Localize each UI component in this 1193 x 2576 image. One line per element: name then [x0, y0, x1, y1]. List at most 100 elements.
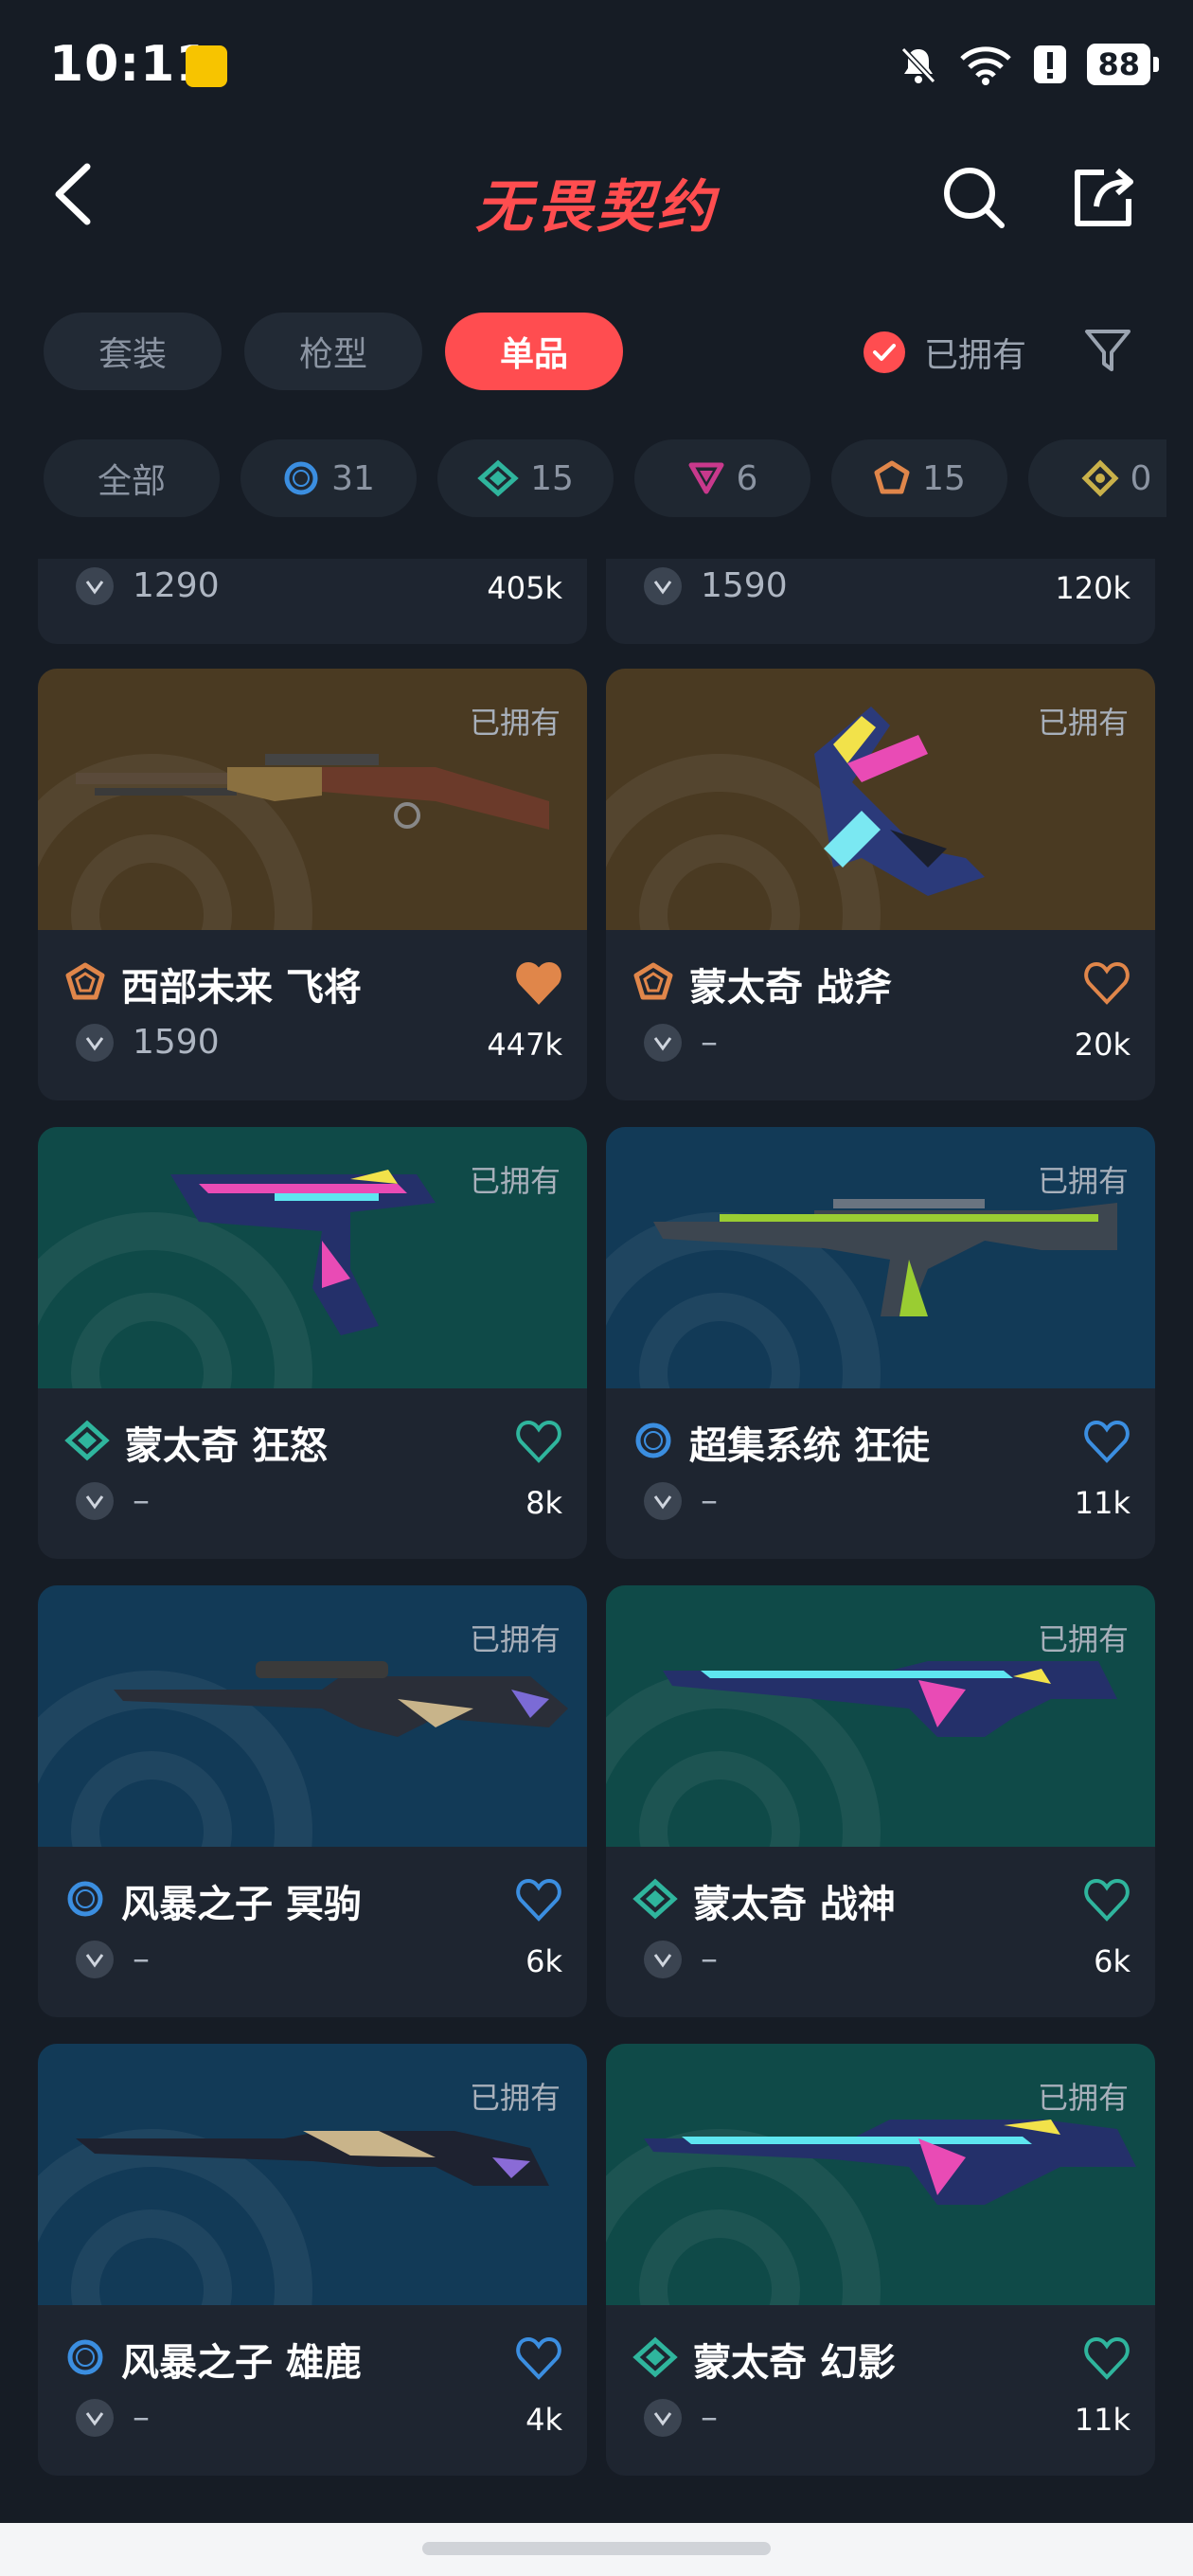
mute-icon: [901, 46, 936, 84]
skin-card[interactable]: 已拥有 蒙太奇 战神 – 6k: [606, 1585, 1155, 2017]
select-edition-icon: [284, 461, 318, 495]
favorite-heart-icon[interactable]: [1083, 1877, 1131, 1923]
owned-label: 已拥有: [1037, 1163, 1129, 1199]
chip-exclusive[interactable]: 15: [831, 439, 1007, 517]
favorite-heart-icon[interactable]: [515, 1419, 562, 1464]
skin-name: 西部未来 飞将: [121, 966, 362, 1010]
vp-currency-icon: [76, 1023, 114, 1062]
vp-currency-icon: [76, 1481, 114, 1520]
card-likes: 20k: [1074, 1027, 1131, 1063]
tab-single-item[interactable]: 单品: [445, 313, 623, 390]
skin-image: 已拥有: [606, 1127, 1155, 1388]
card-price: –: [133, 1481, 150, 1520]
favorite-heart-icon[interactable]: [515, 1877, 562, 1923]
ultra-edition-icon: [1081, 459, 1119, 497]
tab-bundle[interactable]: 套装: [44, 313, 222, 390]
owned-label: 已拥有: [469, 1621, 561, 1657]
vp-currency-icon: [644, 2398, 682, 2437]
owned-label: 已拥有: [1037, 2080, 1129, 2116]
owned-label: 已拥有: [469, 705, 561, 741]
exclusive-edition-icon: [65, 962, 105, 1000]
skin-card[interactable]: 已拥有 蒙太奇 战斧 – 20k: [606, 669, 1155, 1100]
skin-card[interactable]: 已拥有 风暴之子 冥驹 – 6k: [38, 1585, 587, 2017]
skin-name: 蒙太奇 幻影: [693, 2341, 896, 2385]
tier-badge: [632, 2336, 678, 2382]
skin-card[interactable]: 已拥有 蒙太奇 狂怒 – 8k: [38, 1127, 587, 1559]
battery-level: 88: [1087, 44, 1150, 85]
card-likes: 11k: [1074, 1485, 1131, 1521]
share-icon[interactable]: [1068, 161, 1140, 233]
owned-label: 已拥有: [469, 1163, 561, 1199]
vp-currency-icon: [76, 566, 114, 605]
vp-currency-icon: [644, 566, 682, 605]
chip-deluxe[interactable]: 15: [437, 439, 614, 517]
deluxe-edition-icon: [632, 1878, 678, 1920]
chip-premium[interactable]: 6: [634, 439, 810, 517]
card-price: –: [701, 2398, 718, 2437]
skin-image: 已拥有: [38, 1585, 587, 1847]
tab-weapon-type[interactable]: 枪型: [244, 313, 422, 390]
chip-count: 0: [1130, 458, 1152, 498]
skin-card-partial[interactable]: 1590 120k: [606, 559, 1155, 644]
chip-ultra[interactable]: 0: [1028, 439, 1166, 517]
tier-badge: [64, 2336, 106, 2382]
favorite-heart-icon[interactable]: [515, 2335, 562, 2381]
rarity-filter-chips: 全部 31 15 6 15 0: [44, 439, 1166, 517]
skin-name: 蒙太奇 战神: [693, 1883, 896, 1926]
card-likes: 405k: [487, 570, 562, 606]
chip-count: 15: [922, 458, 966, 498]
home-indicator[interactable]: [422, 2542, 771, 2555]
card-likes: 6k: [525, 1943, 562, 1979]
card-price: 1590: [133, 1023, 220, 1062]
favorite-heart-icon[interactable]: [515, 960, 562, 1006]
skin-card[interactable]: 已拥有 蒙太奇 幻影 – 11k: [606, 2044, 1155, 2476]
card-price: –: [701, 1940, 718, 1978]
search-icon[interactable]: [937, 161, 1009, 233]
card-likes: 447k: [487, 1027, 562, 1063]
chip-select[interactable]: 31: [240, 439, 417, 517]
owned-filter-toggle[interactable]: 已拥有: [864, 328, 1026, 377]
skin-name: 风暴之子 雄鹿: [121, 2341, 362, 2385]
favorite-heart-icon[interactable]: [1083, 2335, 1131, 2381]
chip-all[interactable]: 全部: [44, 439, 220, 517]
deluxe-edition-icon: [477, 459, 519, 497]
deluxe-edition-icon: [632, 2336, 678, 2378]
skin-image: 已拥有: [606, 669, 1155, 930]
page-title: 无畏契约: [475, 174, 718, 241]
card-likes: 8k: [525, 1485, 562, 1521]
favorite-heart-icon[interactable]: [1083, 960, 1131, 1006]
filter-funnel-icon[interactable]: [1079, 322, 1136, 379]
skin-image: 已拥有: [606, 1585, 1155, 1847]
vp-currency-icon: [644, 1481, 682, 1520]
skin-card[interactable]: 已拥有 西部未来 飞将 1590 447k: [38, 669, 587, 1100]
owned-label: 已拥有: [469, 2080, 561, 2116]
chip-label: 全部: [97, 462, 166, 501]
owned-label: 已拥有: [1037, 705, 1129, 741]
select-edition-icon: [67, 1881, 103, 1917]
skin-name: 蒙太奇 狂怒: [125, 1424, 328, 1468]
tier-badge: [64, 961, 106, 1007]
owned-filter-label: 已拥有: [924, 336, 1027, 375]
tier-badge: [64, 1878, 106, 1923]
chip-count: 31: [331, 458, 375, 498]
exclusive-edition-icon: [633, 962, 673, 1000]
card-likes: 4k: [525, 2402, 562, 2438]
chip-count: 15: [530, 458, 574, 498]
wifi-icon: [960, 46, 1012, 85]
skin-image: 已拥有: [38, 2044, 587, 2305]
tier-badge: [632, 1420, 674, 1465]
deluxe-edition-icon: [64, 1420, 110, 1461]
vp-currency-icon: [644, 1023, 682, 1062]
card-price: –: [133, 1940, 150, 1978]
skin-grid: 1290 405k 1590 120k 已拥有 西部未来 飞将 1590 447…: [0, 559, 1193, 2519]
skin-image: 已拥有: [606, 2044, 1155, 2305]
notification-app-icon: [186, 45, 227, 87]
chip-count: 6: [736, 458, 758, 498]
card-price: –: [701, 1481, 718, 1520]
skin-card-partial[interactable]: 1290 405k: [38, 559, 587, 644]
select-edition-icon: [67, 2339, 103, 2375]
favorite-heart-icon[interactable]: [1083, 1419, 1131, 1464]
skin-image: 已拥有: [38, 669, 587, 930]
skin-card[interactable]: 已拥有 超集系统 狂徒 – 11k: [606, 1127, 1155, 1559]
skin-card[interactable]: 已拥有 风暴之子 雄鹿 – 4k: [38, 2044, 587, 2476]
